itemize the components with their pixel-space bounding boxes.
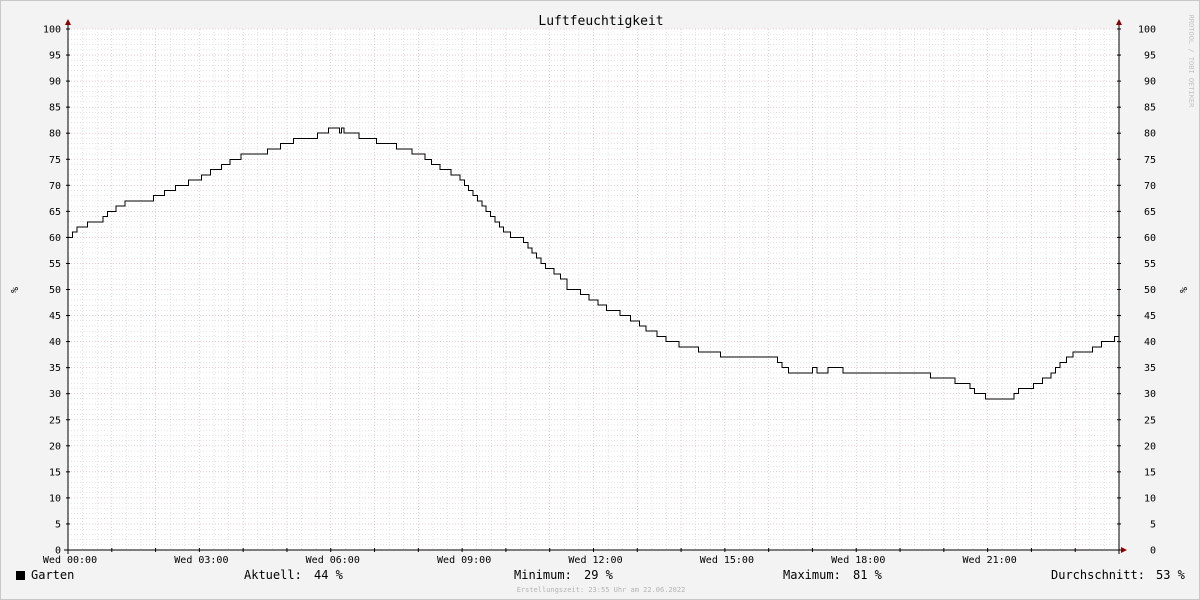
y-tick-label-left: 70 <box>49 181 61 192</box>
chart-frame: 0 0 5 5 10 10 15 15 20 20 25 25 30 30 35 35 40 40 45 45 50 50… <box>0 0 1200 600</box>
legend-swatch <box>16 571 25 580</box>
x-tick-label: Wed 03:00 <box>174 555 228 566</box>
watermark: RRDTOOL / TOBI OETIKER <box>1187 15 1195 109</box>
y-tick-label-right: 50 <box>1144 285 1156 296</box>
y-tick-label-right: 0 <box>1150 546 1156 557</box>
y-tick-label-right: 30 <box>1144 389 1156 400</box>
y-tick-label-left: 20 <box>49 441 61 452</box>
y-tick-label-right: 60 <box>1144 233 1156 244</box>
legend-series-name: Garten <box>31 568 75 582</box>
y-tick-label-right: 5 <box>1150 519 1156 530</box>
y-tick-label-right: 70 <box>1144 181 1156 192</box>
x-axis-arrow <box>1121 547 1127 553</box>
y-tick-label-left: 55 <box>49 259 61 270</box>
y-tick-label-left: 45 <box>49 311 61 322</box>
legend-avg-label: Durchschnitt: <box>1051 568 1145 582</box>
y-tick-label-left: 90 <box>49 77 61 88</box>
y-tick-label-right: 55 <box>1144 259 1156 270</box>
legend-avg-value: 53 % <box>1156 568 1185 582</box>
y-tick-label-left: 10 <box>49 493 61 504</box>
y-tick-label-right: 10 <box>1144 493 1156 504</box>
y-tick-label-right: 95 <box>1144 51 1156 62</box>
legend-min-value: 29 % <box>584 568 613 582</box>
chart-title: Luftfeuchtigkeit <box>538 14 663 29</box>
y-tick-label-right: 80 <box>1144 129 1156 140</box>
y-tick-label-right: 90 <box>1144 77 1156 88</box>
y-tick-label-left: 5 <box>55 519 61 530</box>
y-tick-label-left: 95 <box>49 51 61 62</box>
y-tick-label-left: 75 <box>49 155 61 166</box>
humidity-chart: 0 05 510 1015 1520 2025 2530 3035 3540 4045 4550 50… <box>8 14 1195 566</box>
y-axis-unit-right: % <box>1177 287 1188 293</box>
legend-max-label: Maximum: <box>783 568 841 582</box>
y-tick-label-left: 25 <box>49 415 61 426</box>
x-tick-label: Wed 18:00 <box>831 555 885 566</box>
x-tick-label: Wed 12:00 <box>568 555 622 566</box>
y-tick-label-right: 20 <box>1144 441 1156 452</box>
y-tick-label-left: 40 <box>49 337 61 348</box>
y-tick-label-right: 65 <box>1144 207 1156 218</box>
y-tick-label-left: 100 <box>43 25 61 36</box>
x-tick-label: Wed 15:00 <box>700 555 754 566</box>
legend: Garten Aktuell: 44 % Minimum: 29 % Maxim… <box>1 568 1200 586</box>
y-tick-label-left: 80 <box>49 129 61 140</box>
y-tick-label-right: 75 <box>1144 155 1156 166</box>
y-tick-label-right: 15 <box>1144 467 1156 478</box>
y-tick-label-left: 35 <box>49 363 61 374</box>
legend-min-label: Minimum: <box>514 568 572 582</box>
y-tick-label-right: 40 <box>1144 337 1156 348</box>
y-tick-label-left: 65 <box>49 207 61 218</box>
y-tick-label-right: 45 <box>1144 311 1156 322</box>
y-tick-label-right: 25 <box>1144 415 1156 426</box>
y-tick-label-left: 50 <box>49 285 61 296</box>
y-axis-unit-left: % <box>8 287 19 293</box>
x-tick-label: Wed 09:00 <box>437 555 491 566</box>
y-tick-label-left: 15 <box>49 467 61 478</box>
y-tick-label-left: 30 <box>49 389 61 400</box>
y-tick-label-left: 85 <box>49 103 61 114</box>
y-axis-arrow-right <box>1116 19 1122 25</box>
legend-current-value: 44 % <box>314 568 343 582</box>
x-tick-label: Wed 06:00 <box>306 555 360 566</box>
y-tick-label-left: 60 <box>49 233 61 244</box>
x-tick-label: Wed 00:00 <box>43 555 97 566</box>
x-tick-label: Wed 21:00 <box>963 555 1017 566</box>
legend-current-label: Aktuell: <box>244 568 302 582</box>
y-tick-label-right: 35 <box>1144 363 1156 374</box>
y-tick-label-right: 100 <box>1138 25 1156 36</box>
creation-timestamp: Erstellungszeit: 23:55 Uhr am 22.06.2022 <box>516 586 686 594</box>
y-tick-label-right: 85 <box>1144 103 1156 114</box>
legend-max-value: 81 % <box>853 568 882 582</box>
y-axis-arrow-left <box>65 19 71 25</box>
